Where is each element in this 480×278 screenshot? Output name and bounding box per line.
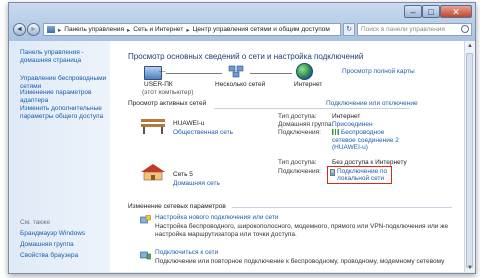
divider — [214, 108, 410, 109]
setup-new-connection-link[interactable]: Настройка нового подключения или сети — [155, 214, 279, 221]
access-type-label: Тип доступа: — [278, 113, 317, 120]
sidebar-item-firewall[interactable]: Брандмауэр Windows — [20, 230, 108, 238]
close-button[interactable]: ✕ — [440, 5, 472, 18]
scrollbar-thumb[interactable] — [466, 53, 473, 268]
divider — [232, 207, 452, 208]
active-networks-heading: Просмотр активных сетей — [128, 100, 207, 107]
sidebar: Панель управления - домашняя страница Уп… — [10, 41, 110, 272]
control-panel-icon — [47, 26, 55, 33]
public-network-bench-icon — [141, 119, 165, 134]
window: – □ ✕ ◄ ► ▸ Панель управления ▸ Сеть и И… — [8, 2, 476, 274]
computer-sublabel: (этот компьютер) — [142, 89, 194, 96]
network-name: HUAWEI-u — [173, 120, 205, 127]
connections-label: Подключения: — [278, 168, 321, 175]
vertical-scrollbar[interactable]: ▲ ▼ — [464, 41, 475, 272]
map-connector — [166, 73, 222, 74]
access-type-value: Без доступа к Интернету — [332, 159, 407, 166]
connect-to-network-desc: Подключение или повторное подключение к … — [155, 258, 445, 265]
wireless-connection-label: Беспроводное сетевое соединение 2 (HUAWE… — [332, 129, 399, 151]
maximize-button[interactable]: □ — [422, 5, 440, 18]
search-icon[interactable] — [461, 25, 469, 33]
change-settings-heading: Изменение сетевых параметров — [128, 203, 226, 210]
lan-connection-link[interactable]: Подключение по локальной сети — [327, 166, 392, 184]
map-connector — [250, 73, 292, 74]
sidebar-item-sharing[interactable]: Изменить дополнительные параметры общего… — [20, 105, 108, 121]
sidebar-item-browser-properties[interactable]: Свойства браузера — [20, 252, 108, 260]
connect-to-network-link[interactable]: Подключиться к сети — [155, 249, 218, 256]
network-type-link[interactable]: Домашняя сеть — [173, 180, 220, 187]
access-type-value: Интернет — [332, 113, 361, 120]
breadcrumb-separator: ▸ — [186, 26, 190, 34]
page-title: Просмотр основных сведений о сети и наст… — [128, 52, 364, 61]
breadcrumb-control-panel[interactable]: Панель управления — [64, 26, 124, 33]
sidebar-item-home[interactable]: Панель управления - домашняя страница — [20, 49, 108, 65]
address-bar[interactable]: ▸ Панель управления ▸ Сеть и Интернет ▸ … — [43, 23, 341, 36]
connection-arrow-icon: — — [159, 68, 166, 75]
internet-globe-icon — [296, 63, 313, 80]
network-icon — [228, 65, 244, 78]
breadcrumb-separator: ▸ — [126, 26, 131, 34]
see-also-heading: См. также — [20, 219, 51, 226]
network-name: Сеть 5 — [173, 171, 193, 178]
computer-label: USER-ПК — [144, 81, 173, 88]
new-connection-icon — [140, 215, 151, 224]
sidebar-item-adapter[interactable]: Изменение параметров адаптера — [20, 89, 108, 105]
homegroup-link[interactable]: Присоединен — [332, 121, 373, 128]
wireless-connection-link[interactable]: Беспроводное сетевое соединение 2 (HUAWE… — [332, 129, 402, 152]
full-map-link[interactable]: Просмотр полной карты — [342, 68, 415, 75]
homegroup-label: Домашняя группа: — [278, 121, 334, 128]
scroll-up-icon[interactable]: ▲ — [467, 43, 473, 49]
network-type-link[interactable]: Общественная сеть — [173, 129, 233, 136]
access-type-label: Тип доступа: — [278, 159, 317, 166]
breadcrumb-separator: ▸ — [58, 26, 62, 34]
lan-connection-label: Подключение по локальной сети — [337, 168, 388, 182]
breadcrumb-network-center[interactable]: Центр управления сетями и общим доступом — [193, 26, 330, 33]
connect-to-network-icon — [140, 251, 151, 260]
refresh-icon[interactable]: ↻ — [343, 23, 355, 36]
main-content: Просмотр основных сведений о сети и наст… — [110, 41, 464, 272]
connections-label: Подключения: — [278, 129, 321, 136]
breadcrumb-network-internet[interactable]: Сеть и Интернет — [133, 26, 183, 33]
scroll-down-icon[interactable]: ▼ — [467, 265, 473, 271]
sidebar-item-homegroup[interactable]: Домашняя группа — [20, 241, 108, 249]
network-label: Несколько сетей — [215, 81, 266, 88]
search-placeholder: Поиск в панели управления — [361, 26, 445, 33]
setup-new-connection-desc: Настройка беспроводного, широкополосного… — [155, 223, 449, 238]
home-network-house-icon — [141, 164, 165, 181]
forward-button[interactable]: ► — [27, 23, 40, 36]
minimize-button[interactable]: – — [404, 5, 422, 18]
wifi-signal-icon — [332, 129, 339, 135]
internet-label: Интернет — [294, 81, 323, 88]
lan-connection-icon — [330, 169, 335, 176]
connect-disconnect-link[interactable]: Подключение или отключение — [326, 100, 418, 107]
search-input[interactable]: Поиск в панели управления — [357, 23, 472, 36]
back-button[interactable]: ◄ — [13, 23, 26, 36]
